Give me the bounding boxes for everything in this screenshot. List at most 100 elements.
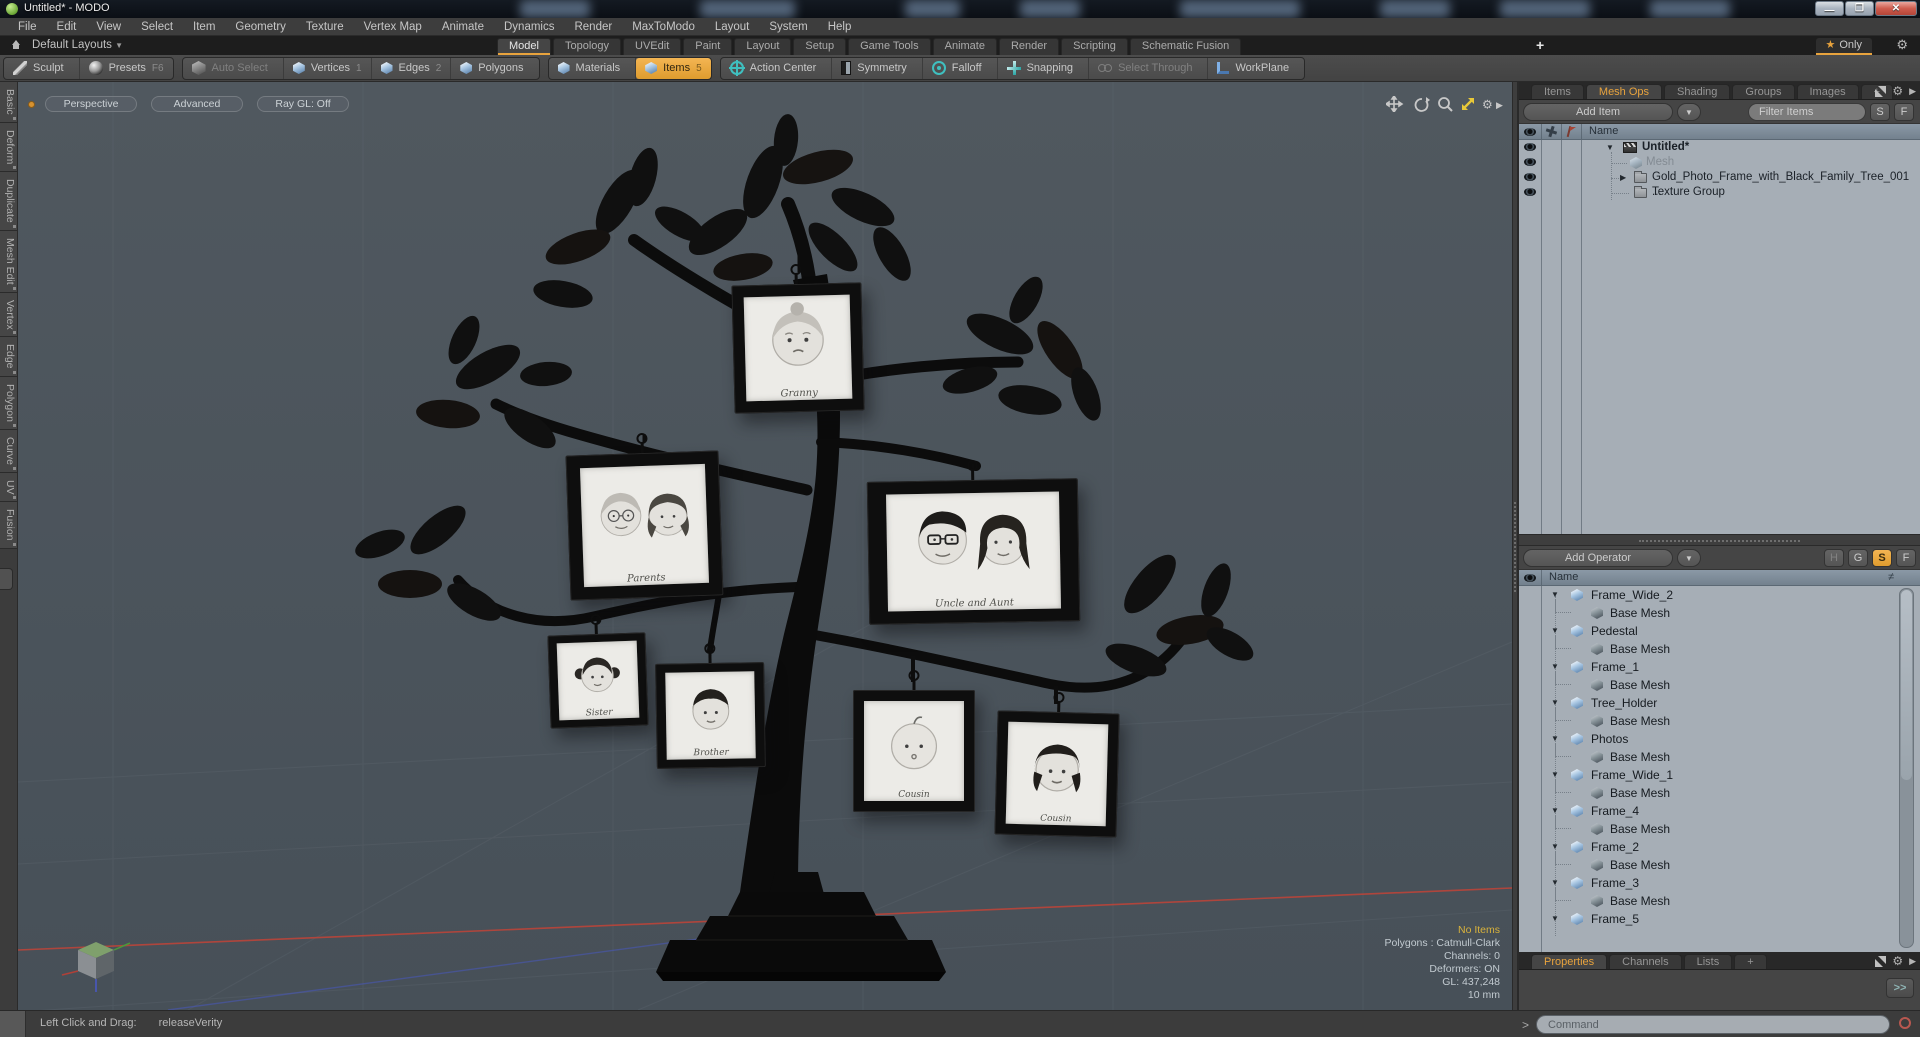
caret-down-icon[interactable]: ▼ bbox=[1606, 140, 1614, 155]
mesh-ops-filter-button[interactable]: F bbox=[1896, 549, 1916, 567]
left-tab[interactable]: Polygon bbox=[0, 376, 17, 430]
mesh-ops-row[interactable]: ▼ Pedestal bbox=[1519, 622, 1920, 640]
layout-tab[interactable]: Animate bbox=[932, 38, 997, 55]
caret-right-icon[interactable]: ▶ bbox=[1620, 170, 1626, 185]
mesh-ops-row[interactable]: ▼ Base Mesh bbox=[1519, 852, 1920, 874]
default-layouts-switcher[interactable]: Default Layouts ▼ bbox=[32, 36, 123, 55]
add-operator-dropdown[interactable]: ▼ bbox=[1677, 549, 1701, 567]
panel-tab[interactable]: + bbox=[1734, 954, 1767, 969]
viewport-pill-button[interactable]: Ray GL: Off bbox=[257, 96, 349, 112]
mesh-ops-label[interactable]: Base Mesh bbox=[1610, 784, 1670, 802]
eye-icon[interactable] bbox=[1524, 173, 1536, 181]
mesh-ops-label[interactable]: Frame_Wide_1 bbox=[1591, 766, 1673, 784]
panel-more-icon[interactable]: ▶ bbox=[1909, 956, 1916, 967]
panel-tab[interactable]: Groups bbox=[1732, 84, 1795, 99]
mesh-ops-row[interactable]: ▼ Tree_Holder bbox=[1519, 694, 1920, 712]
menu-item[interactable]: Dynamics bbox=[494, 18, 564, 36]
left-tab[interactable]: Basic bbox=[0, 82, 17, 123]
left-tab[interactable]: Edge bbox=[0, 337, 17, 377]
toolbar-button[interactable]: Symmetry bbox=[832, 57, 923, 79]
left-tab[interactable]: Vertex bbox=[0, 292, 17, 338]
layout-tab[interactable]: Layout bbox=[734, 38, 792, 55]
photo-frame-cousin-baby[interactable]: Cousin bbox=[853, 690, 975, 812]
mesh-ops-label[interactable]: Frame_3 bbox=[1591, 874, 1639, 892]
eye-icon[interactable] bbox=[1524, 143, 1536, 151]
mesh-ops-label[interactable]: Base Mesh bbox=[1610, 892, 1670, 910]
caret-down-icon[interactable]: ▼ bbox=[1551, 910, 1559, 928]
photo-frame-uncle-and-aunt[interactable]: Uncle and Aunt bbox=[866, 478, 1081, 625]
mesh-ops-label[interactable]: Frame_2 bbox=[1591, 838, 1639, 856]
panel-tab[interactable]: Mesh Ops bbox=[1585, 84, 1663, 99]
left-tab[interactable]: Duplicate bbox=[0, 172, 17, 231]
tree-row-mesh[interactable]: Mesh bbox=[1519, 155, 1920, 170]
panel-tab[interactable]: Lists bbox=[1683, 954, 1733, 969]
menu-item[interactable]: MaxToModo bbox=[622, 18, 705, 36]
photo-frame-sister[interactable]: Sister bbox=[547, 632, 649, 729]
mesh-ops-label[interactable]: Frame_5 bbox=[1591, 910, 1639, 928]
command-input[interactable] bbox=[1536, 1015, 1890, 1034]
mesh-ops-filter-button[interactable]: S bbox=[1872, 549, 1892, 567]
panel-tab[interactable]: Shading bbox=[1664, 84, 1731, 99]
photo-frame-cousin-girl[interactable]: Cousin bbox=[994, 710, 1120, 838]
layout-tab[interactable]: Topology bbox=[552, 38, 622, 55]
only-filter-button[interactable]: ★ Only bbox=[1815, 38, 1872, 55]
viewport-menu-dot-icon[interactable] bbox=[28, 100, 35, 108]
mesh-ops-row[interactable]: ▼ Frame_2 bbox=[1519, 838, 1920, 856]
menu-item[interactable]: File bbox=[8, 18, 47, 36]
layout-up-icon[interactable] bbox=[10, 40, 22, 51]
3d-viewport[interactable]: Granny Parents Uncle and Aunt Sister Bro… bbox=[18, 82, 1512, 1010]
mesh-ops-row[interactable]: ▼ Base Mesh bbox=[1519, 816, 1920, 838]
mesh-ops-label[interactable]: Base Mesh bbox=[1610, 856, 1670, 874]
menu-item[interactable]: Render bbox=[564, 18, 622, 36]
mesh-ops-label[interactable]: Tree_Holder bbox=[1591, 694, 1657, 712]
menu-item[interactable]: Item bbox=[183, 18, 225, 36]
orientation-gizmo[interactable] bbox=[61, 942, 131, 992]
toolbar-button[interactable]: WorkPlane bbox=[1208, 58, 1304, 79]
mesh-ops-label[interactable]: Frame_Wide_2 bbox=[1591, 586, 1673, 604]
toolbar-button[interactable]: Action Center bbox=[721, 57, 833, 79]
mesh-ops-filter-button[interactable]: H bbox=[1824, 549, 1844, 567]
name-column-header[interactable]: Name bbox=[1589, 125, 1618, 137]
mesh-ops-row[interactable]: ▼ Base Mesh bbox=[1519, 744, 1920, 766]
render-flag-column-icon[interactable] bbox=[1567, 126, 1577, 137]
macro-record-icon[interactable] bbox=[1899, 1017, 1911, 1029]
mesh-ops-label[interactable]: Photos bbox=[1591, 730, 1628, 748]
toolbar-button[interactable]: Snapping bbox=[998, 57, 1090, 79]
layout-tab[interactable]: UVEdit bbox=[623, 38, 682, 55]
item-label[interactable]: Texture Group bbox=[1652, 185, 1725, 200]
add-item-button[interactable]: Add Item bbox=[1523, 103, 1673, 121]
add-item-dropdown[interactable]: ▼ bbox=[1677, 103, 1701, 121]
layout-tab[interactable]: Model bbox=[497, 38, 551, 55]
tree-row-gold-photo-frame[interactable]: ▶ Gold_Photo_Frame_with_Black_Family_Tre… bbox=[1519, 170, 1920, 198]
panel-gear-icon[interactable]: ⚙ bbox=[1892, 954, 1903, 968]
toolbar-button[interactable]: Auto Select bbox=[183, 57, 284, 79]
name-column-header[interactable]: Name bbox=[1549, 571, 1578, 583]
filter-items-input[interactable] bbox=[1748, 103, 1866, 121]
menu-item[interactable]: Help bbox=[818, 18, 862, 36]
mesh-ops-row[interactable]: ▼ Frame_Wide_1 bbox=[1519, 766, 1920, 784]
mesh-ops-row[interactable]: ▼ Base Mesh bbox=[1519, 888, 1920, 910]
viewport-nav-icons[interactable]: ⚙ ▶ bbox=[1386, 96, 1504, 112]
item-label[interactable]: Mesh bbox=[1646, 155, 1674, 170]
gear-icon[interactable]: ⚙ bbox=[1896, 37, 1908, 53]
left-tab[interactable]: Deform bbox=[0, 122, 17, 173]
layout-tab[interactable]: Paint bbox=[683, 38, 733, 55]
mesh-ops-row[interactable]: ▼ Frame_4 bbox=[1519, 802, 1920, 820]
mesh-ops-filter-button[interactable]: G bbox=[1848, 549, 1868, 567]
viewport-pill-button[interactable]: Perspective bbox=[45, 96, 137, 112]
mesh-ops-label[interactable]: Base Mesh bbox=[1610, 748, 1670, 766]
panel-tab[interactable]: Properties bbox=[1531, 954, 1608, 969]
layout-tab[interactable]: Setup bbox=[793, 38, 847, 55]
menu-item[interactable]: Edit bbox=[47, 18, 87, 36]
layout-tab[interactable]: Game Tools bbox=[848, 38, 931, 55]
mesh-ops-label[interactable]: Base Mesh bbox=[1610, 676, 1670, 694]
tree-row-untitled[interactable]: ▼ Untitled* bbox=[1519, 140, 1920, 155]
mesh-ops-label[interactable]: Pedestal bbox=[1591, 622, 1638, 640]
mesh-ops-row[interactable]: ▼ Photos bbox=[1519, 730, 1920, 748]
mesh-ops-label[interactable]: Frame_4 bbox=[1591, 802, 1639, 820]
panel-tab[interactable]: Images bbox=[1796, 84, 1859, 99]
expand-panel-icon[interactable] bbox=[1875, 85, 1887, 97]
mesh-ops-row[interactable]: ▼ Base Mesh bbox=[1519, 672, 1920, 694]
panel-tab[interactable]: Items bbox=[1531, 84, 1584, 99]
mesh-ops-row[interactable]: ▼ Frame_Wide_2 bbox=[1519, 586, 1920, 604]
